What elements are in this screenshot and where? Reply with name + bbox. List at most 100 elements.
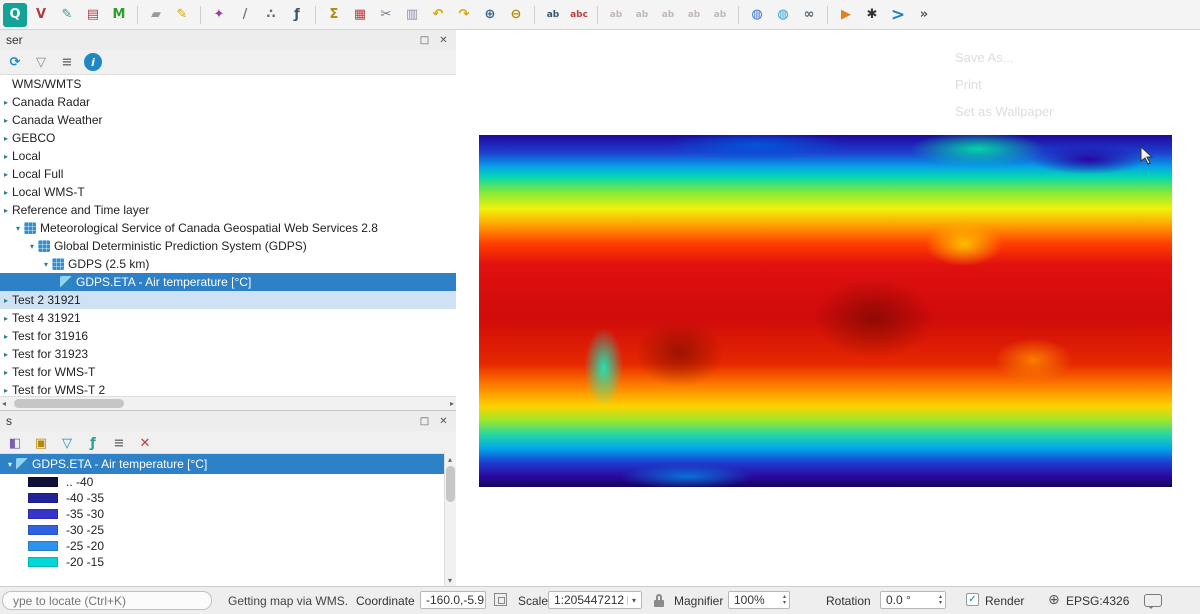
spinbox-arrows-icon[interactable]: ▴▾ (939, 594, 942, 606)
zoom-in-icon[interactable]: ⊕ (478, 3, 502, 27)
undo-icon[interactable]: ↶ (426, 3, 450, 27)
label-toggle-icon[interactable]: ab (541, 3, 565, 27)
magnifier-spinbox[interactable]: 100% ▴▾ (728, 591, 790, 609)
rotation-spinbox[interactable]: 0.0 ° ▴▾ (880, 591, 946, 609)
plugin-bug-icon[interactable]: ✱ (860, 3, 884, 27)
layer-item-gdps-eta[interactable]: ▾ GDPS.ETA - Air temperature [°C] (0, 454, 444, 474)
tree-expand-arrow[interactable]: ▸ (0, 116, 12, 125)
tree-expand-arrow[interactable]: ▸ (0, 368, 12, 377)
paint-roller-icon[interactable]: ▰ (144, 3, 168, 27)
scroll-left-icon[interactable]: ◂ (2, 397, 6, 410)
remove-layer-icon[interactable]: ✕ (136, 434, 154, 452)
edit-pencil-icon[interactable]: ✎ (55, 3, 79, 27)
tree-expand-arrow[interactable]: ▸ (0, 386, 12, 395)
attribute-table-icon[interactable]: ▦ (348, 3, 372, 27)
close-panel-icon[interactable]: ✕ (437, 415, 450, 428)
tree-expand-arrow[interactable]: ▸ (0, 350, 12, 359)
undock-panel-icon[interactable]: □ (418, 34, 431, 47)
tree-item-test-for-31923[interactable]: ▸ Test for 31923 (0, 345, 456, 363)
extents-icon[interactable] (494, 593, 507, 606)
tree-expand-arrow[interactable]: ▸ (0, 170, 12, 179)
refresh-icon[interactable]: ⟳ (6, 53, 24, 71)
tree-item-gebco[interactable]: ▸ GEBCO (0, 129, 456, 147)
web-globe-icon[interactable]: ◍ (771, 3, 795, 27)
vertex-tool-icon[interactable]: ∴ (259, 3, 283, 27)
python-console-icon[interactable]: > (886, 3, 910, 27)
tree-expand-arrow[interactable]: ▸ (0, 152, 12, 161)
map-view[interactable]: Save As...PrintSet as Wallpaper (457, 30, 1200, 586)
new-vector-layer-icon[interactable]: V (29, 3, 53, 27)
locator-input[interactable] (2, 591, 212, 610)
tree-item-gdps[interactable]: ▾ Global Deterministic Prediction System… (0, 237, 456, 255)
tree-expand-arrow[interactable]: ▾ (12, 224, 24, 233)
measure-line-icon[interactable]: / (233, 3, 257, 27)
dropdown-arrow-icon[interactable]: ▾ (627, 596, 636, 605)
scrollbar-thumb[interactable] (446, 466, 455, 502)
render-checkbox[interactable]: ✓ (966, 593, 979, 606)
toolbar-separator[interactable] (827, 6, 828, 24)
scale-lock-icon[interactable] (654, 594, 664, 607)
legend-item[interactable]: -40 -35 (0, 490, 444, 506)
layers-vertical-scrollbar[interactable]: ▴ ▾ (444, 453, 456, 587)
coordinate-input[interactable]: -160.0,-5.9 (420, 591, 486, 609)
toolbar-separator[interactable] (315, 6, 316, 24)
tree-item-reference-and-time-layer[interactable]: ▸ Reference and Time layer (0, 201, 456, 219)
tree-item-local-full[interactable]: ▸ Local Full (0, 165, 456, 183)
field-calculator-icon[interactable]: ▥ (400, 3, 424, 27)
processing-run-icon[interactable]: ▶ (834, 3, 858, 27)
redo-icon[interactable]: ↷ (452, 3, 476, 27)
toolbar-separator[interactable] (597, 6, 598, 24)
browser-horizontal-scrollbar[interactable]: ◂ ▸ (0, 396, 456, 410)
expand-tree-icon[interactable]: ≡ (110, 434, 128, 452)
tree-expand-arrow[interactable]: ▾ (40, 260, 52, 269)
collapse-all-icon[interactable]: ≡ (58, 53, 76, 71)
tree-expand-arrow[interactable]: ▸ (0, 296, 12, 305)
tree-expand-arrow[interactable]: ▸ (0, 134, 12, 143)
label-unpin-icon[interactable]: ab (630, 3, 654, 27)
toolbar-separator[interactable] (738, 6, 739, 24)
search-binoculars-icon[interactable]: ∞ (797, 3, 821, 27)
toolbar-separator[interactable] (137, 6, 138, 24)
tree-expand-arrow[interactable]: ▾ (4, 460, 16, 469)
zoom-out-icon[interactable]: ⊖ (504, 3, 528, 27)
undock-panel-icon[interactable]: □ (418, 415, 431, 428)
messages-bubble-icon[interactable] (1144, 594, 1162, 607)
tree-item-test-for-wms-t[interactable]: ▸ Test for WMS-T (0, 363, 456, 381)
legend-item[interactable]: .. -40 (0, 474, 444, 490)
toolbar-separator[interactable] (534, 6, 535, 24)
tree-expand-arrow[interactable]: ▸ (0, 332, 12, 341)
close-panel-icon[interactable]: ✕ (437, 34, 450, 47)
bookmark-icon[interactable]: ✦ (207, 3, 231, 27)
map-canvas-raster[interactable] (479, 135, 1172, 487)
tree-item-test-for-wms-t-2[interactable]: ▸ Test for WMS-T 2 (0, 381, 456, 397)
filter-browser-icon[interactable]: ▽ (32, 53, 50, 71)
tree-item-local-wms-t[interactable]: ▸ Local WMS-T (0, 183, 456, 201)
scroll-up-icon[interactable]: ▴ (448, 453, 452, 466)
tree-expand-arrow[interactable]: ▸ (0, 98, 12, 107)
cut-tool-icon[interactable]: ✂ (374, 3, 398, 27)
scrollbar-thumb[interactable] (14, 399, 124, 408)
label-pin-icon[interactable]: ab (604, 3, 628, 27)
spinbox-arrows-icon[interactable]: ▴▾ (783, 594, 786, 606)
toolbar-overflow-icon[interactable]: » (912, 3, 936, 27)
tree-expand-arrow[interactable]: ▸ (0, 206, 12, 215)
tree-item-test-for-31916[interactable]: ▸ Test for 31916 (0, 327, 456, 345)
tree-expand-arrow[interactable]: ▸ (0, 188, 12, 197)
label-show-hide-icon[interactable]: ab (656, 3, 680, 27)
tree-item-gdps-eta-air-temperature[interactable]: GDPS.ETA - Air temperature [°C] (0, 273, 456, 291)
crs-value[interactable]: EPSG:4326 (1066, 594, 1129, 608)
open-layer-styling-icon[interactable]: ◧ (6, 434, 24, 452)
label-move-icon[interactable]: ab (682, 3, 706, 27)
tree-item-local[interactable]: ▸ Local (0, 147, 456, 165)
tree-item-canada-weather[interactable]: ▸ Canada Weather (0, 111, 456, 129)
tree-item-test-2-31921[interactable]: ▸ Test 2 31921 (0, 291, 456, 309)
filter-legend-icon[interactable]: ▽ (58, 434, 76, 452)
annotation-pen-icon[interactable]: ✎ (170, 3, 194, 27)
qgis-logo-icon[interactable]: Q (3, 3, 27, 27)
label-abc-icon[interactable]: abc (567, 3, 591, 27)
expression-builder-icon[interactable]: ƒ (285, 3, 309, 27)
scroll-right-icon[interactable]: ▸ (450, 397, 454, 410)
metasearch-globe-icon[interactable]: ◍ (745, 3, 769, 27)
scale-combobox[interactable]: 1:205447212 ▾ (548, 591, 642, 609)
tree-item-test-4-31921[interactable]: ▸ Test 4 31921 (0, 309, 456, 327)
